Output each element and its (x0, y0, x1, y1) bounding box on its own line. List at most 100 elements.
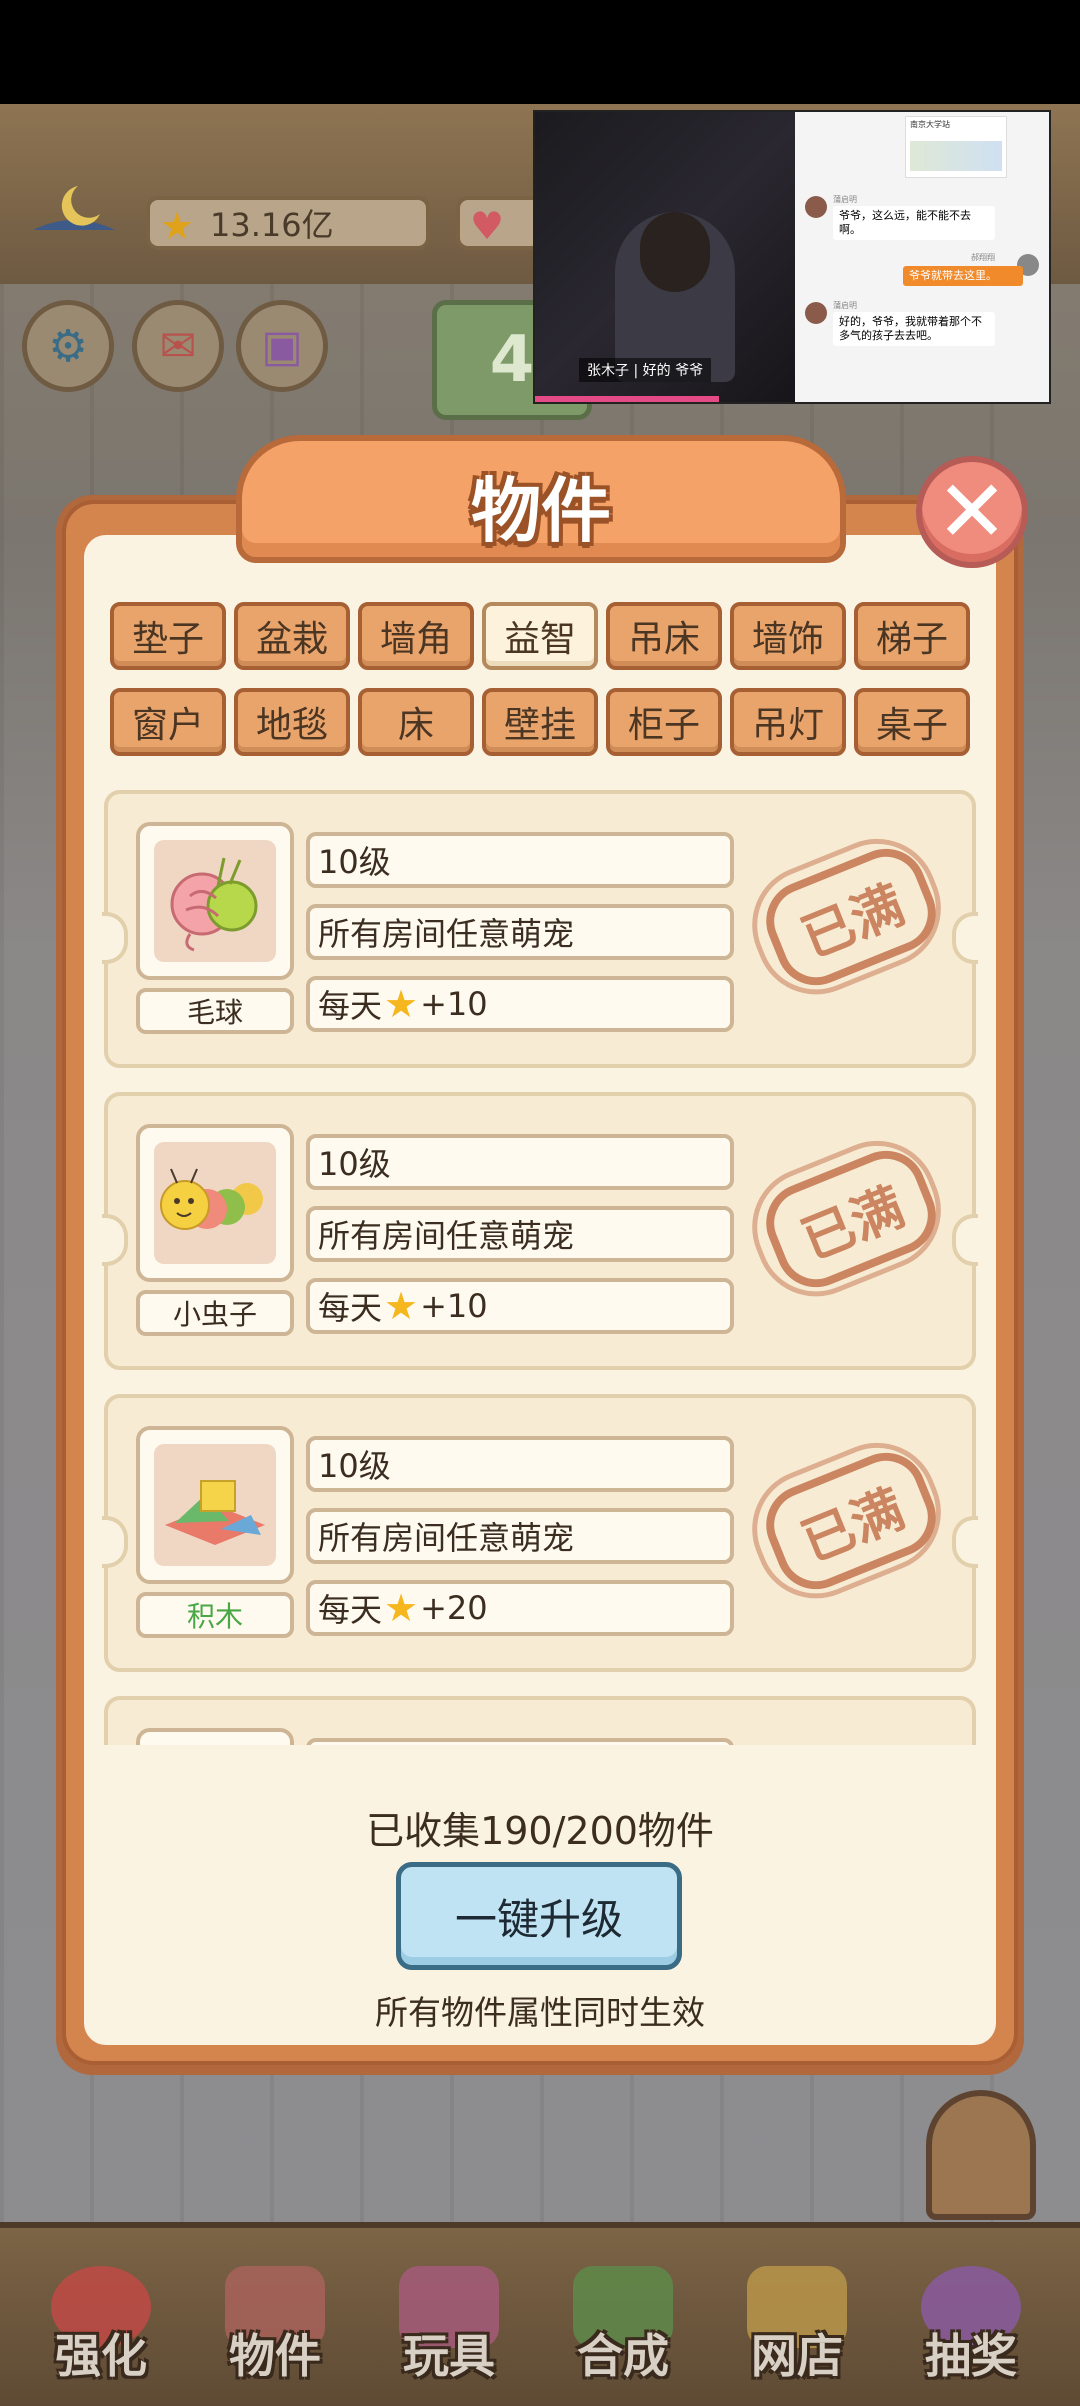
video-frame: 张木子 | 好的 爷爷 (535, 112, 795, 402)
item-thumbnail[interactable] (136, 1124, 294, 1282)
tab-plant[interactable]: 盆栽 (234, 602, 350, 670)
tab-wall-decor[interactable]: 墙饰 (730, 602, 846, 670)
item-name: 积木 (136, 1592, 294, 1638)
tab-table[interactable]: 桌子 (854, 688, 970, 756)
star-icon: ★ (160, 204, 195, 248)
upgrade-all-button[interactable]: 一键升级 (396, 1862, 682, 1970)
nav-merge[interactable]: 合成 (548, 2258, 698, 2398)
chat-message: 爷爷就带去这里。 (903, 266, 1023, 286)
nav-label: 网店 (751, 2329, 843, 2383)
item-reward: 每天 ★ +10 (306, 976, 734, 1032)
caterpillar-icon (160, 1168, 263, 1230)
tab-bed[interactable]: 床 (358, 688, 474, 756)
item-card: 毛球 10级 所有房间任意萌宠 每天 ★ +10 已满 (102, 790, 978, 1068)
chat-panel: 南京大学站 蒲启明 爷爷，这么远，能不能不去啊。 郝翔翔 爷爷就带去这里。 蒲启… (795, 112, 1049, 402)
item-thumbnail[interactable] (136, 1426, 294, 1584)
item-card (104, 1696, 976, 1745)
chat-name: 郝翔翔 (971, 253, 995, 262)
nav-label: 强化 (55, 2329, 147, 2383)
yarn-ball-icon (170, 857, 258, 952)
heart-icon: ♥ (470, 204, 505, 248)
album-button[interactable]: ▣ (236, 300, 328, 392)
tab-ladder[interactable]: 梯子 (854, 602, 970, 670)
modal-title: 物件 (471, 470, 611, 552)
chat-name: 蒲启明 (833, 195, 857, 204)
item-thumbnail[interactable] (136, 822, 294, 980)
video-subtitle: 张木子 | 好的 爷爷 (579, 358, 712, 382)
item-scope: 所有房间任意萌宠 (306, 904, 734, 960)
chat-name: 蒲启明 (833, 301, 857, 310)
settings-button[interactable]: ⚙ (22, 300, 114, 392)
close-button[interactable]: ✕ (916, 456, 1028, 568)
item-name: 小虫子 (136, 1290, 294, 1336)
reward-prefix: 每天 (318, 1289, 383, 1327)
tab-cushion[interactable]: 垫子 (110, 602, 226, 670)
chat-message: 好的，爷爷，我就带着那个不多气的孩子去去吧。 (833, 312, 995, 346)
exit-door-button[interactable] (926, 2090, 1036, 2220)
stars-counter: ★ 13.16亿 (146, 196, 430, 250)
tab-puzzle[interactable]: 益智 (482, 602, 598, 670)
nav-toys[interactable]: 玩具 (374, 2258, 524, 2398)
item-name: 毛球 (136, 988, 294, 1034)
star-icon: ★ (384, 1586, 419, 1630)
nav-enhance[interactable]: 强化 (26, 2258, 176, 2398)
gear-icon: ⚙ (48, 320, 88, 372)
collected-count: 已收集190/200物件 (366, 1809, 714, 1853)
effect-note: 所有物件属性同时生效 (375, 1993, 705, 2032)
nav-items[interactable]: 物件 (200, 2258, 350, 2398)
envelope-icon: ✉ (159, 320, 197, 372)
building-blocks-icon (165, 1480, 265, 1545)
tab-hammock[interactable]: 吊床 (606, 602, 722, 670)
mail-button[interactable]: ✉ (132, 300, 224, 392)
reward-prefix: 每天 (318, 1591, 383, 1629)
item-level: 10级 (306, 1134, 734, 1190)
maxed-stamp: 已满 (754, 1440, 948, 1602)
chat-message: 爷爷，这么远，能不能不去啊。 (833, 206, 995, 240)
item-level (306, 1738, 734, 1745)
chat-avatar (805, 196, 827, 218)
level-sign-value: 4 (489, 323, 535, 397)
item-reward: 每天 ★ +20 (306, 1580, 734, 1636)
star-icon: ★ (384, 982, 419, 1026)
video-overlay[interactable]: 张木子 | 好的 爷爷 南京大学站 蒲启明 爷爷，这么远，能不能不去啊。 郝翔翔… (533, 110, 1051, 404)
item-card: 小虫子 10级 所有房间任意萌宠 每天 ★ +10 已满 (102, 1092, 978, 1370)
star-icon: ★ (384, 1284, 419, 1328)
tab-corner[interactable]: 墙角 (358, 602, 474, 670)
stars-value: 13.16亿 (210, 206, 334, 244)
tab-wall-hanging[interactable]: 壁挂 (482, 688, 598, 756)
item-card: 积木 10级 所有房间任意萌宠 每天 ★ +20 已满 (102, 1394, 978, 1672)
chat-map-title: 南京大学站 (910, 120, 950, 129)
video-person-head (640, 212, 710, 292)
chat-map-card: 南京大学站 (905, 116, 1007, 178)
item-level: 10级 (306, 832, 734, 888)
item-list[interactable]: 毛球 10级 所有房间任意萌宠 每天 ★ +10 已满 小虫子 10级 所有房间… (84, 780, 996, 1745)
item-level: 10级 (306, 1436, 734, 1492)
reward-value: +10 (420, 1287, 488, 1325)
status-bar (0, 0, 1080, 104)
item-scope: 所有房间任意萌宠 (306, 1508, 734, 1564)
reward-value: +20 (420, 1589, 488, 1627)
tab-window[interactable]: 窗户 (110, 688, 226, 756)
maxed-stamp: 已满 (754, 1138, 948, 1300)
close-icon: ✕ (935, 462, 1009, 562)
nav-label: 合成 (577, 2329, 669, 2383)
item-thumbnail[interactable] (136, 1728, 294, 1745)
nav-shop[interactable]: 网店 (722, 2258, 872, 2398)
nav-label: 抽奖 (925, 2329, 1017, 2383)
moon-icon (33, 186, 115, 230)
item-scope: 所有房间任意萌宠 (306, 1206, 734, 1262)
tab-cabinet[interactable]: 柜子 (606, 688, 722, 756)
reward-prefix: 每天 (318, 987, 383, 1025)
nav-label: 物件 (229, 2329, 321, 2383)
chat-avatar (805, 302, 827, 324)
nav-label: 玩具 (403, 2329, 495, 2383)
maxed-stamp: 已满 (754, 836, 948, 998)
nav-lottery[interactable]: 抽奖 (896, 2258, 1046, 2398)
reward-value: +10 (420, 985, 488, 1023)
tab-chandelier[interactable]: 吊灯 (730, 688, 846, 756)
tab-carpet[interactable]: 地毯 (234, 688, 350, 756)
item-reward: 每天 ★ +10 (306, 1278, 734, 1334)
book-icon: ▣ (261, 320, 303, 372)
map-thumbnail (910, 141, 1002, 171)
video-progress-bar (535, 396, 719, 402)
